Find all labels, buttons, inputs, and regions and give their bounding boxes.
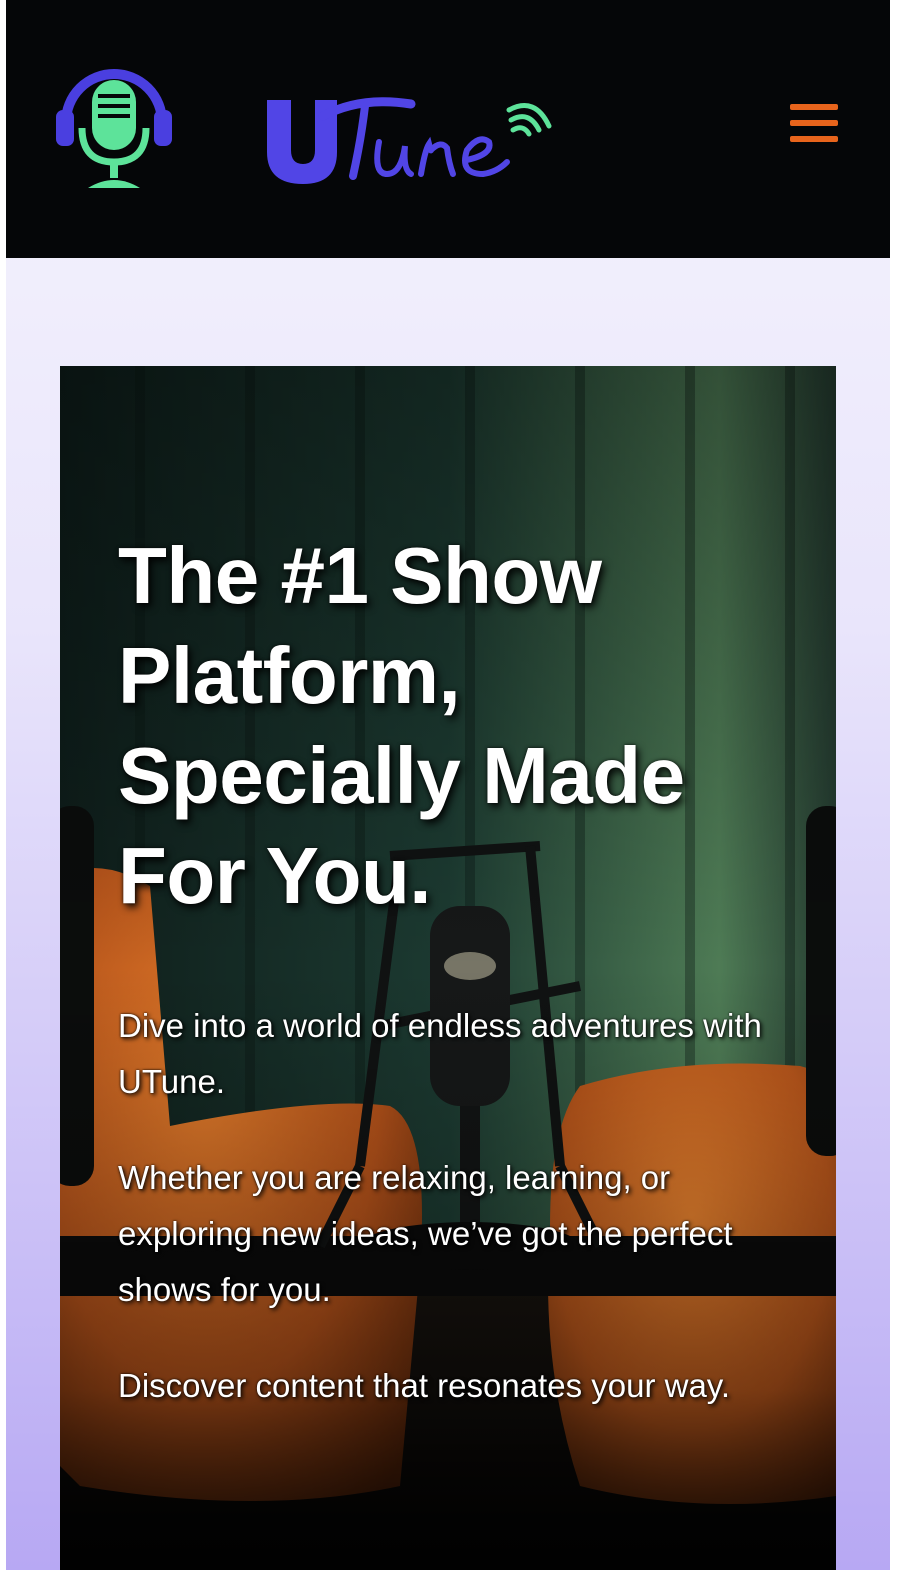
menu-line (790, 120, 838, 126)
hero-title: The #1 Show Platform, Specially Made For… (118, 531, 685, 920)
hero-paragraph-shows: Whether you are relaxing, learning, or e… (118, 1159, 733, 1308)
menu-line (790, 104, 838, 110)
menu-line (790, 136, 838, 142)
site-header (6, 0, 890, 258)
hero-paragraph-intro: Dive into a world of endless adventures … (118, 1007, 762, 1100)
hero-content: The #1 Show Platform, Specially Made For… (118, 526, 808, 1454)
utune-wordmark-logo[interactable] (261, 90, 561, 190)
hamburger-menu-icon[interactable] (786, 100, 842, 146)
page-frame: The #1 Show Platform, Specially Made For… (6, 0, 890, 1570)
hero-banner: The #1 Show Platform, Specially Made For… (60, 366, 836, 1570)
hero-paragraph-discover: Discover content that resonates your way… (118, 1367, 731, 1404)
podcast-mic-headphones-icon[interactable] (52, 62, 176, 190)
